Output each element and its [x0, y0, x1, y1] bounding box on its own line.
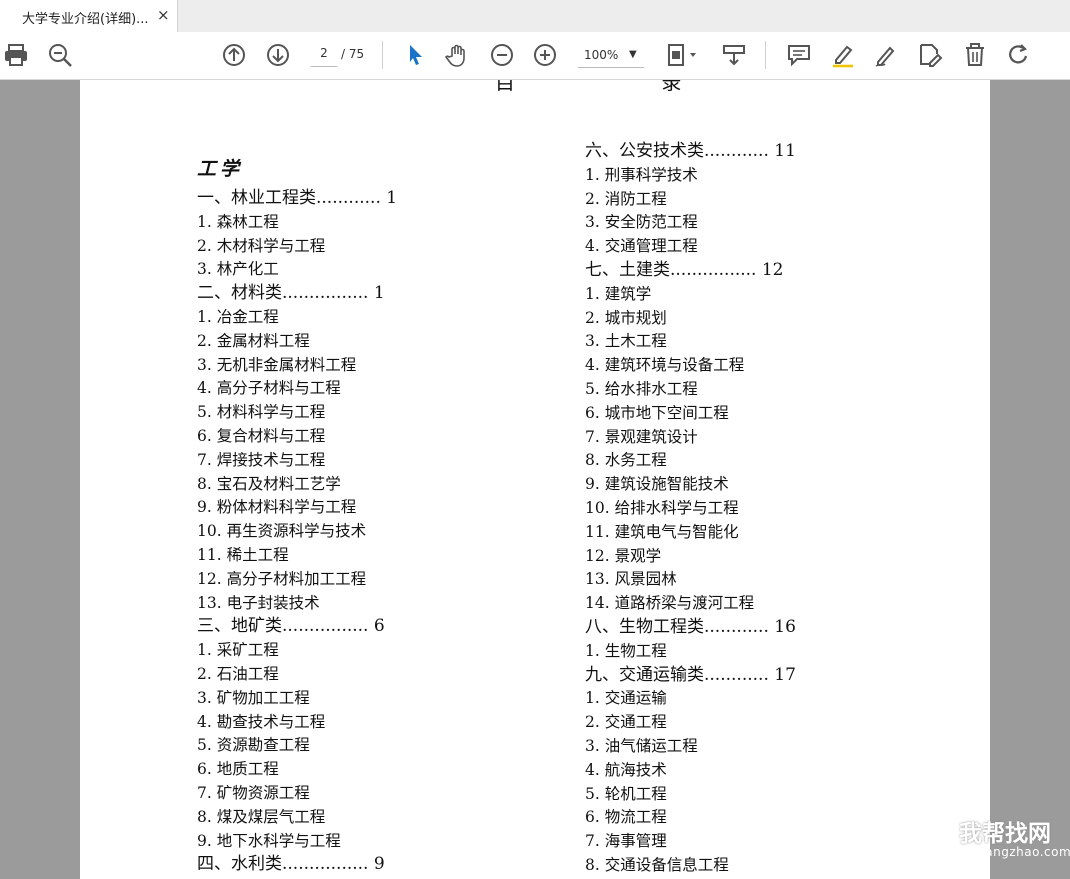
toc-entry[interactable]: 12. 景观学 [585, 546, 661, 566]
toc-entry[interactable]: 10. 再生资源科学与技术 [197, 521, 366, 541]
toc-entry[interactable]: 9. 建筑设施智能技术 [585, 474, 729, 494]
toc-entry[interactable]: 5. 资源勘查工程 [197, 735, 310, 755]
toc-entry[interactable]: 3. 土木工程 [585, 331, 667, 351]
toc-entry[interactable]: 7. 景观建筑设计 [585, 427, 698, 447]
toc-entry[interactable]: 6. 城市地下空间工程 [585, 403, 729, 423]
toc-category[interactable]: 六、公安技术类............ 11 [585, 141, 796, 161]
previous-page-icon[interactable] [220, 41, 248, 69]
toc-entry[interactable]: 5. 轮机工程 [585, 784, 667, 804]
print-icon[interactable] [2, 41, 30, 69]
toc-category[interactable]: 四、水利类................ 9 [197, 854, 385, 874]
fit-page-icon[interactable] [662, 41, 700, 69]
zoom-search-icon[interactable] [46, 41, 74, 69]
toolbar-divider [765, 41, 766, 69]
toc-entry[interactable]: 4. 交通管理工程 [585, 236, 698, 256]
toc-entry[interactable]: 8. 宝石及材料工艺学 [197, 474, 341, 494]
toc-entry[interactable]: 5. 材料科学与工程 [197, 402, 325, 422]
toc-entry[interactable]: 2. 木材科学与工程 [197, 236, 325, 256]
draw-icon[interactable] [872, 41, 900, 69]
toc-category[interactable]: 九、交通运输类............ 17 [585, 665, 796, 685]
section-title: 工学 [197, 158, 244, 180]
toc-entry[interactable]: 3. 林产化工 [197, 259, 279, 279]
toc-entry[interactable]: 7. 矿物资源工程 [197, 783, 310, 803]
toc-entry[interactable]: 6. 物流工程 [585, 807, 667, 827]
hand-tool-icon[interactable] [444, 41, 472, 69]
toc-entry[interactable]: 3. 无机非金属材料工程 [197, 355, 356, 375]
toc-entry[interactable]: 13. 电子封装技术 [197, 593, 320, 613]
scroll-mode-icon[interactable] [720, 41, 748, 69]
toc-entry[interactable]: 10. 给排水科学与工程 [585, 498, 739, 518]
toc-entry[interactable]: 1. 刑事科学技术 [585, 165, 698, 185]
toolbar: 2 / 75 100% ▼ [0, 32, 1070, 80]
rotate-icon[interactable] [1005, 41, 1033, 69]
toc-entry[interactable]: 2. 城市规划 [585, 308, 667, 328]
tab-close-icon[interactable]: × [157, 6, 170, 24]
toc-entry[interactable]: 2. 交通工程 [585, 712, 667, 732]
toc-entry[interactable]: 14. 道路桥梁与渡河工程 [585, 593, 754, 613]
toc-entry[interactable]: 6. 地质工程 [197, 759, 279, 779]
toc-entry[interactable]: 2. 金属材料工程 [197, 331, 310, 351]
toc-entry[interactable]: 1. 冶金工程 [197, 307, 279, 327]
toc-entry[interactable]: 1. 建筑学 [585, 284, 651, 304]
toc-entry[interactable]: 4. 勘查技术与工程 [197, 712, 325, 732]
highlight-icon[interactable] [829, 41, 857, 69]
toc-entry[interactable]: 8. 交通设备信息工程 [585, 855, 729, 875]
toolbar-divider [382, 41, 383, 69]
toc-entry[interactable]: 3. 油气储运工程 [585, 736, 698, 756]
page-total: / 75 [341, 47, 365, 61]
document-page: 目 录 工学 一、林业工程类............ 1 1. 森林工程 2. 木材… [80, 80, 990, 879]
page-heading: 目 录 [495, 80, 752, 94]
toc-entry[interactable]: 1. 采矿工程 [197, 640, 279, 660]
toc-entry[interactable]: 8. 水务工程 [585, 450, 667, 470]
toc-entry[interactable]: 2. 石油工程 [197, 664, 279, 684]
document-tab[interactable]: 大学专业介绍(详细)... × [0, 0, 178, 33]
toc-entry[interactable]: 8. 煤及煤层气工程 [197, 807, 325, 827]
edit-icon[interactable] [916, 41, 944, 69]
toc-entry[interactable]: 3. 矿物加工工程 [197, 688, 310, 708]
toc-entry[interactable]: 7. 海事管理 [585, 831, 667, 851]
toc-category[interactable]: 八、生物工程类............ 16 [585, 617, 796, 637]
toc-entry[interactable]: 4. 建筑环境与设备工程 [585, 355, 744, 375]
zoom-out-icon[interactable] [488, 41, 516, 69]
zoom-select[interactable]: 100% ▼ [578, 45, 644, 68]
zoom-value: 100% [584, 48, 619, 62]
toc-entry[interactable]: 2. 消防工程 [585, 189, 667, 209]
select-cursor-icon[interactable] [401, 41, 429, 69]
toc-entry[interactable]: 12. 高分子材料加工工程 [197, 569, 366, 589]
toc-category[interactable]: 二、材料类................ 1 [197, 283, 385, 303]
tab-title: 大学专业介绍(详细)... [22, 12, 149, 27]
zoom-in-icon[interactable] [531, 41, 559, 69]
page-number-input[interactable]: 2 [311, 46, 337, 67]
delete-icon[interactable] [961, 41, 989, 69]
toc-entry[interactable]: 11. 稀土工程 [197, 545, 289, 565]
toc-entry[interactable]: 4. 高分子材料与工程 [197, 378, 341, 398]
toc-entry[interactable]: 9. 粉体材料科学与工程 [197, 497, 356, 517]
watermark-url: wobangzhao.com [959, 845, 1070, 859]
toc-entry[interactable]: 13. 风景园林 [585, 569, 677, 589]
comment-icon[interactable] [785, 41, 813, 69]
watermark-search-icon [919, 812, 953, 846]
toc-entry[interactable]: 7. 焊接技术与工程 [197, 450, 325, 470]
chevron-down-icon: ▼ [629, 49, 637, 60]
watermark: 我帮找网 wobangzhao.com [915, 808, 1070, 859]
toc-entry[interactable]: 5. 给水排水工程 [585, 379, 698, 399]
tab-bar: 大学专业介绍(详细)... × [0, 0, 1070, 33]
toc-entry[interactable]: 1. 生物工程 [585, 641, 667, 661]
toc-entry[interactable]: 9. 地下水科学与工程 [197, 831, 341, 851]
toc-category[interactable]: 一、林业工程类............ 1 [197, 188, 397, 208]
toc-entry[interactable]: 3. 安全防范工程 [585, 212, 698, 232]
toc-category[interactable]: 三、地矿类................ 6 [197, 616, 385, 636]
toc-category[interactable]: 七、土建类................ 12 [585, 260, 784, 280]
toc-entry[interactable]: 1. 森林工程 [197, 212, 279, 232]
toc-entry[interactable]: 6. 复合材料与工程 [197, 426, 325, 446]
next-page-icon[interactable] [264, 41, 292, 69]
toc-entry[interactable]: 11. 建筑电气与智能化 [585, 522, 739, 542]
toc-entry[interactable]: 4. 航海技术 [585, 760, 667, 780]
toc-entry[interactable]: 1. 交通运输 [585, 688, 667, 708]
watermark-text: 我帮找网 [959, 821, 1051, 847]
